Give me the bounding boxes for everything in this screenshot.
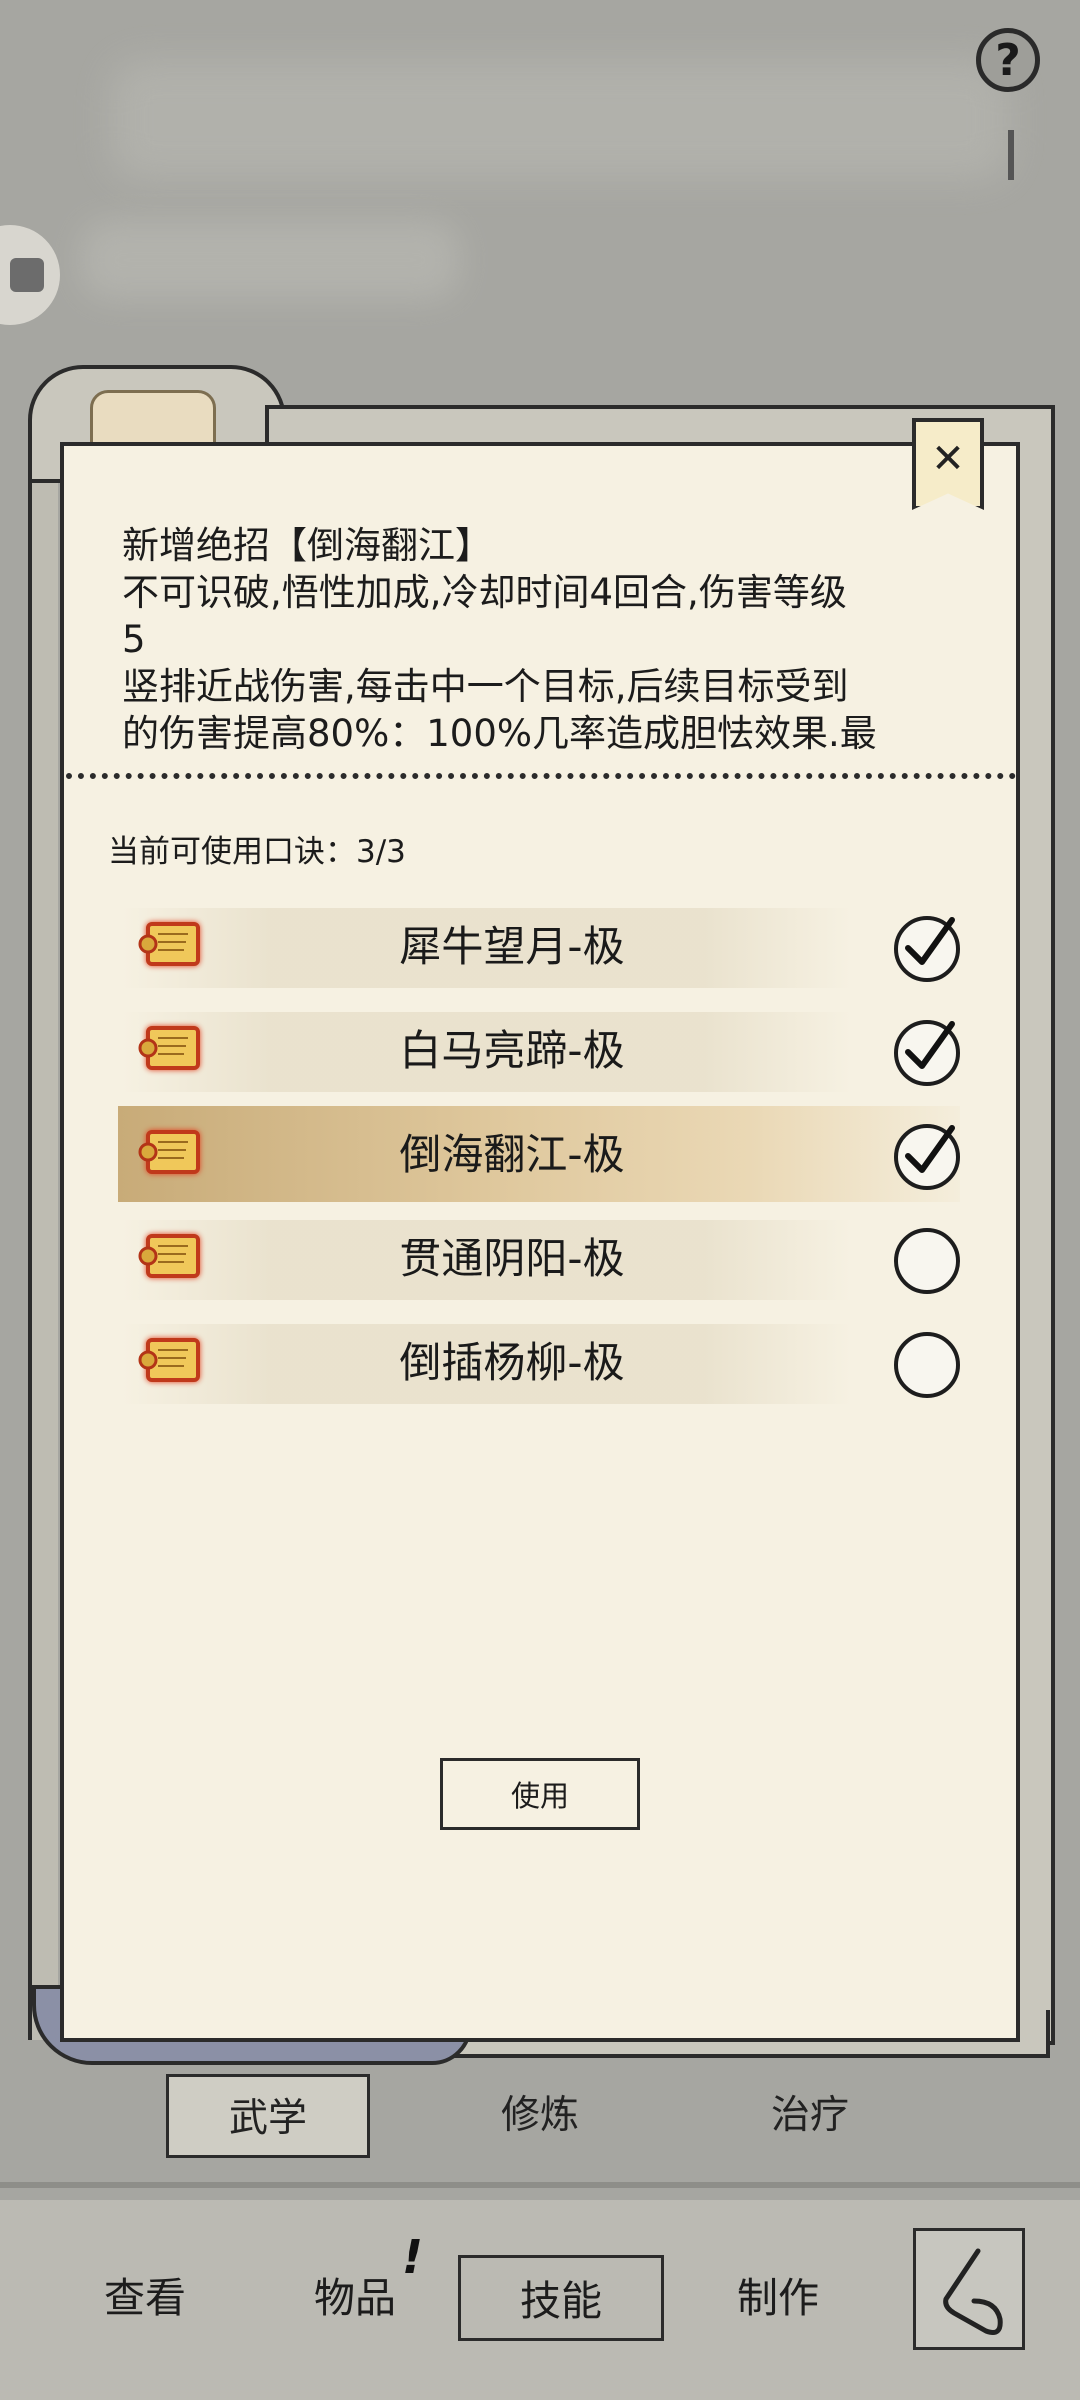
back-arrow-icon [943,2248,1003,2335]
back-button[interactable] [913,2228,1025,2350]
blurred-background [80,220,460,300]
checkbox-checked[interactable] [894,916,960,982]
skill-scroll-icon [138,1026,200,1070]
skill-scroll-icon [138,1338,200,1382]
checkbox-checked[interactable] [894,1124,960,1190]
checkbox-checked[interactable] [894,1020,960,1086]
use-button[interactable]: 使用 [440,1758,640,1830]
skill-row[interactable]: 倒海翻江-极 [118,1106,960,1202]
skill-description: 新增绝招【倒海翻江】 不可识破,悟性加成,冷却时间4回合,伤害等级 5 竖排近战… [122,524,877,755]
checkbox-unchecked[interactable] [894,1228,960,1294]
checkbox-unchecked[interactable] [894,1332,960,1398]
background-mark [1008,130,1014,180]
skill-row[interactable]: 贯通阴阳-极 [122,1218,960,1300]
nav-jineng[interactable]: 技能 [458,2255,664,2341]
dotted-divider [66,773,1016,779]
skill-row[interactable]: 倒插杨柳-极 [122,1322,960,1404]
skill-name: 倒海翻江-极 [399,1130,625,1179]
divider [0,2182,1080,2188]
skill-name: 贯通阴阳-极 [399,1234,625,1283]
nav-chakan[interactable]: 查看 [55,2255,235,2341]
checkmark-icon [905,1125,955,1173]
subtab-xiulian[interactable]: 修炼 [440,2074,640,2158]
nav-zhizuo[interactable]: 制作 [688,2255,868,2341]
skill-row[interactable]: 白马亮蹄-极 [122,1010,960,1092]
scroll-left-edge [28,470,58,2040]
skill-scroll-icon [138,1130,200,1174]
side-menu-bubble[interactable] [0,225,60,325]
skill-name: 犀牛望月-极 [399,922,625,971]
skill-scroll-icon [138,922,200,966]
close-icon: ✕ [931,436,965,482]
help-button[interactable]: ? [976,28,1040,92]
skill-name: 白马亮蹄-极 [399,1026,625,1075]
notification-badge: ! [402,2230,423,2284]
available-count: 当前可使用口诀：3/3 [108,834,406,870]
subtab-zhiliao[interactable]: 治疗 [710,2074,910,2158]
subtab-wuxue[interactable]: 武学 [166,2074,370,2158]
checkmark-icon [905,917,955,965]
question-icon: ? [995,34,1021,86]
blurred-background [110,60,1010,180]
menu-icon [10,258,44,292]
skill-scroll-icon [138,1234,200,1278]
skill-row[interactable]: 犀牛望月-极 [122,906,960,988]
checkmark-icon [905,1021,955,1069]
skill-name: 倒插杨柳-极 [399,1338,625,1387]
